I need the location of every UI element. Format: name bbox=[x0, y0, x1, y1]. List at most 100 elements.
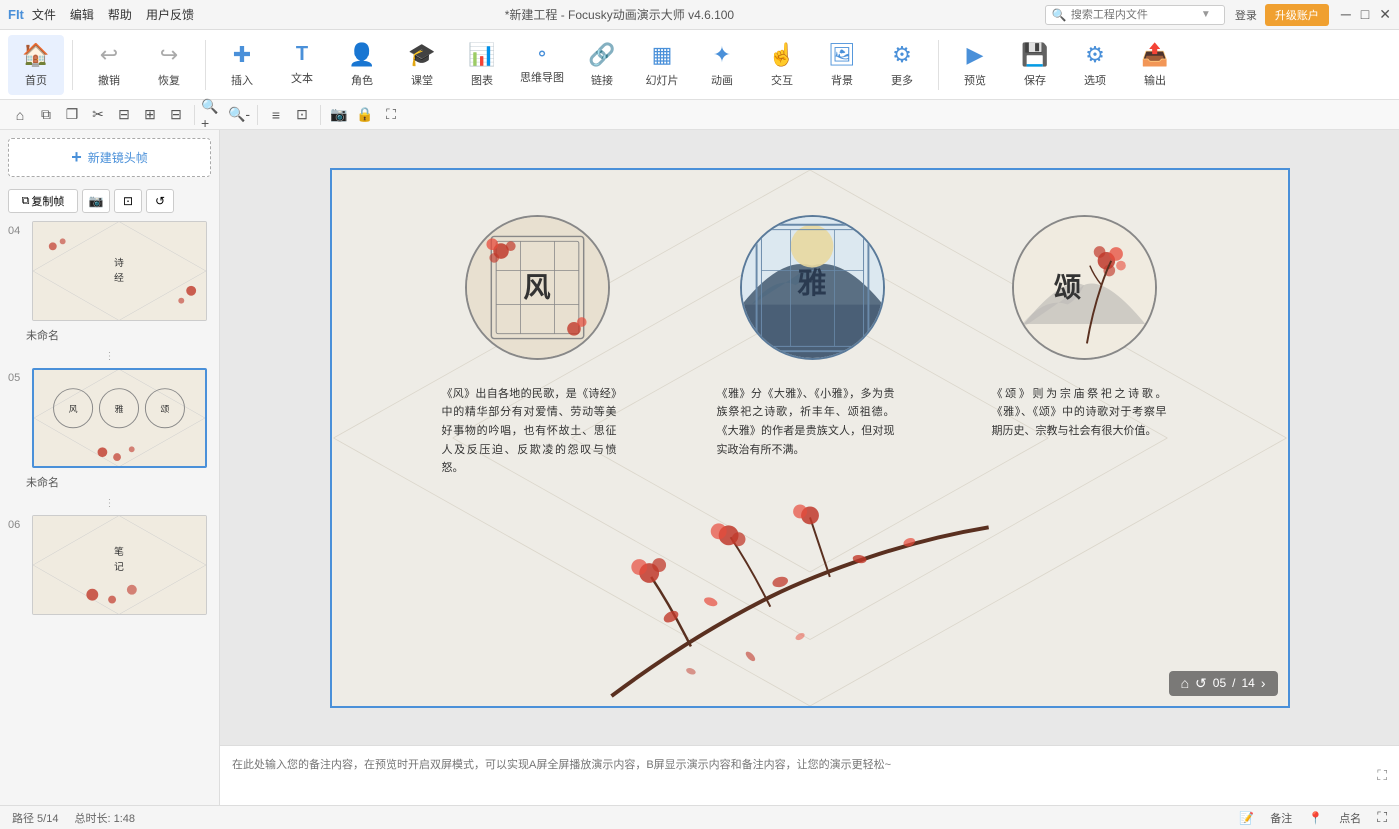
toolbar-text[interactable]: T 文本 bbox=[274, 35, 330, 95]
minimize-icon[interactable]: ─ bbox=[1341, 6, 1351, 23]
tb2-align-icon[interactable]: ⊟ bbox=[112, 103, 136, 127]
slide-item-06[interactable]: 06 笔 记 bbox=[0, 511, 219, 619]
export-icon: 📤 bbox=[1141, 42, 1168, 68]
secondary-toolbar: ⌂ ⧉ ❐ ✂ ⊟ ⊞ ⊟ 🔍+ 🔍- ≡ ⊡ 📷 🔒 ⛶ bbox=[0, 100, 1399, 130]
text-feng[interactable]: 《风》出自各地的民歌，是《诗经》中的精华部分有对爱情、劳动等美好事物的吟唱，也有… bbox=[442, 385, 617, 478]
slide-drag-04: ⋮ bbox=[0, 349, 219, 364]
camera-ctrl-btn[interactable]: 📷 bbox=[82, 189, 110, 213]
tb2-zoomout-icon[interactable]: 🔍- bbox=[227, 103, 251, 127]
tb2-cut-icon[interactable]: ✂ bbox=[86, 103, 110, 127]
toolbar-preview[interactable]: ▶ 预览 bbox=[947, 35, 1003, 95]
toolbar-mindmap[interactable]: ⚬ 思维导图 bbox=[514, 35, 570, 95]
preview-label: 预览 bbox=[964, 72, 986, 88]
copy-frame-icon: ⧉ bbox=[22, 195, 30, 208]
circle-item-song[interactable]: 颂 bbox=[997, 215, 1172, 360]
toolbar-class[interactable]: 🎓 课堂 bbox=[394, 35, 450, 95]
toolbar-role[interactable]: 👤 角色 bbox=[334, 35, 390, 95]
new-frame-plus-icon: + bbox=[71, 147, 82, 168]
chart-label: 图表 bbox=[471, 72, 493, 88]
tb2-copy1-icon[interactable]: ⧉ bbox=[34, 103, 58, 127]
canvas-area: 5 › ‹ bbox=[220, 130, 1399, 805]
close-icon[interactable]: ✕ bbox=[1379, 6, 1391, 23]
bg-icon: 🖼 bbox=[828, 42, 856, 68]
total-pages: 14 bbox=[1241, 676, 1254, 690]
toolbar-more[interactable]: ⚙ 更多 bbox=[874, 35, 930, 95]
refresh-ctrl-btn[interactable]: ↺ bbox=[146, 189, 174, 213]
search-box[interactable]: 🔍 ▼ bbox=[1045, 5, 1225, 25]
toolbar-animate[interactable]: ✦ 动画 bbox=[694, 35, 750, 95]
upgrade-button[interactable]: 升级账户 bbox=[1265, 4, 1329, 26]
page-back-icon[interactable]: ↺ bbox=[1195, 675, 1207, 692]
toolbar-chart[interactable]: 📊 图表 bbox=[454, 35, 510, 95]
svg-text:记: 记 bbox=[114, 561, 124, 573]
page-home-icon[interactable]: ⌂ bbox=[1181, 675, 1189, 691]
menu-file[interactable]: 文件 bbox=[32, 6, 56, 23]
resize-ctrl-btn[interactable]: ⊡ bbox=[114, 189, 142, 213]
text-icon: T bbox=[296, 43, 308, 66]
animate-icon: ✦ bbox=[713, 42, 731, 68]
tb2-table-icon[interactable]: ⊟ bbox=[164, 103, 188, 127]
toolbar-link[interactable]: 🔗 链接 bbox=[574, 35, 630, 95]
tb2-copy2-icon[interactable]: ❐ bbox=[60, 103, 84, 127]
menu-edit[interactable]: 编辑 bbox=[70, 6, 94, 23]
toolbar-redo[interactable]: ↪ 恢复 bbox=[141, 35, 197, 95]
tb2-lock-icon[interactable]: 🔒 bbox=[353, 103, 377, 127]
slide-canvas[interactable]: 5 › ‹ bbox=[330, 168, 1290, 708]
slide-number-04: 04 bbox=[8, 221, 26, 237]
fullscreen-icon[interactable]: ⛶ bbox=[1377, 809, 1387, 826]
tb2-home-icon[interactable]: ⌂ bbox=[8, 103, 32, 127]
copy-frame-label: 复制帧 bbox=[31, 193, 64, 209]
note-label[interactable]: 备注 bbox=[1270, 810, 1292, 826]
page-counter: ⌂ ↺ 05 / 14 › bbox=[1169, 671, 1278, 696]
note-icon: 📝 bbox=[1239, 811, 1254, 825]
maximize-icon[interactable]: □ bbox=[1361, 6, 1369, 23]
copy-frame-btn[interactable]: ⧉ 复制帧 bbox=[8, 189, 78, 213]
toolbar-home[interactable]: 🏠 首页 bbox=[8, 35, 64, 95]
tb2-expand-icon[interactable]: ⛶ bbox=[379, 103, 403, 127]
toolbar-options[interactable]: ⚙ 选项 bbox=[1067, 35, 1123, 95]
circle-item-ya[interactable]: 雅 bbox=[725, 215, 900, 360]
search-dropdown-icon[interactable]: ▼ bbox=[1201, 9, 1211, 20]
toolbar-save[interactable]: 💾 保存 bbox=[1007, 35, 1063, 95]
svg-text:笔: 笔 bbox=[114, 545, 124, 558]
circle-item-feng[interactable]: 风 bbox=[450, 215, 625, 360]
toolbar-undo[interactable]: ↩ 撤销 bbox=[81, 35, 137, 95]
circle-ya: 雅 bbox=[740, 215, 885, 360]
slide-item-05[interactable]: 05 风 雅 颂 bbox=[0, 364, 219, 472]
new-frame-button[interactable]: + 新建镜头帧 bbox=[8, 138, 211, 177]
notes-expand-icon[interactable]: ⛶ bbox=[1377, 767, 1387, 784]
circle-feng: 风 bbox=[465, 215, 610, 360]
text-song[interactable]: 《颂》则为宗庙祭祀之诗歌。《雅》、《颂》中的诗歌对于考察早期历史、宗教与社会有很… bbox=[992, 385, 1167, 441]
tb2-align2-icon[interactable]: ≡ bbox=[264, 103, 288, 127]
nav-arrow-right[interactable]: › bbox=[1288, 418, 1290, 458]
statusbar-right: 📝 备注 📍 点名 ⛶ bbox=[1239, 809, 1387, 826]
page-forward-icon[interactable]: › bbox=[1261, 675, 1266, 691]
slide-item-04[interactable]: 04 bbox=[0, 217, 219, 325]
tb2-grid-icon[interactable]: ⊞ bbox=[138, 103, 162, 127]
tb2-size-icon[interactable]: ⊡ bbox=[290, 103, 314, 127]
main-canvas[interactable]: 5 › ‹ bbox=[220, 130, 1399, 745]
menu-help[interactable]: 帮助 bbox=[108, 6, 132, 23]
point-label[interactable]: 点名 bbox=[1339, 810, 1361, 826]
home-icon: 🏠 bbox=[22, 42, 49, 68]
svg-text:颂: 颂 bbox=[1053, 272, 1080, 302]
tb2-camera-icon[interactable]: 📷 bbox=[327, 103, 351, 127]
slide-thumb-05[interactable]: 风 雅 颂 bbox=[32, 368, 207, 468]
text-ya[interactable]: 《雅》分《大雅》、《小雅》，多为贵族祭祀之诗歌，祈丰年、颂祖德。《大雅》的作者是… bbox=[717, 385, 895, 460]
menu-feedback[interactable]: 用户反馈 bbox=[146, 6, 194, 23]
toolbar-bg[interactable]: 🖼 背景 bbox=[814, 35, 870, 95]
slide-thumb-04[interactable]: 诗 经 bbox=[32, 221, 207, 321]
thumb-05-svg: 风 雅 颂 bbox=[34, 368, 205, 468]
toolbar-slide[interactable]: ▦ 幻灯片 bbox=[634, 35, 690, 95]
login-button[interactable]: 登录 bbox=[1235, 7, 1257, 23]
toolbar-sep-2 bbox=[205, 40, 206, 90]
notes-input[interactable] bbox=[232, 756, 1369, 796]
tb2-zoomin-icon[interactable]: 🔍+ bbox=[201, 103, 225, 127]
toolbar-export[interactable]: 📤 输出 bbox=[1127, 35, 1183, 95]
slide-thumb-06[interactable]: 笔 记 bbox=[32, 515, 207, 615]
tb2-sep1 bbox=[194, 105, 195, 125]
toolbar-interact[interactable]: ☝ 交互 bbox=[754, 35, 810, 95]
search-input[interactable] bbox=[1071, 9, 1201, 21]
point-icon: 📍 bbox=[1308, 811, 1323, 825]
toolbar-insert[interactable]: ✚ 插入 bbox=[214, 35, 270, 95]
